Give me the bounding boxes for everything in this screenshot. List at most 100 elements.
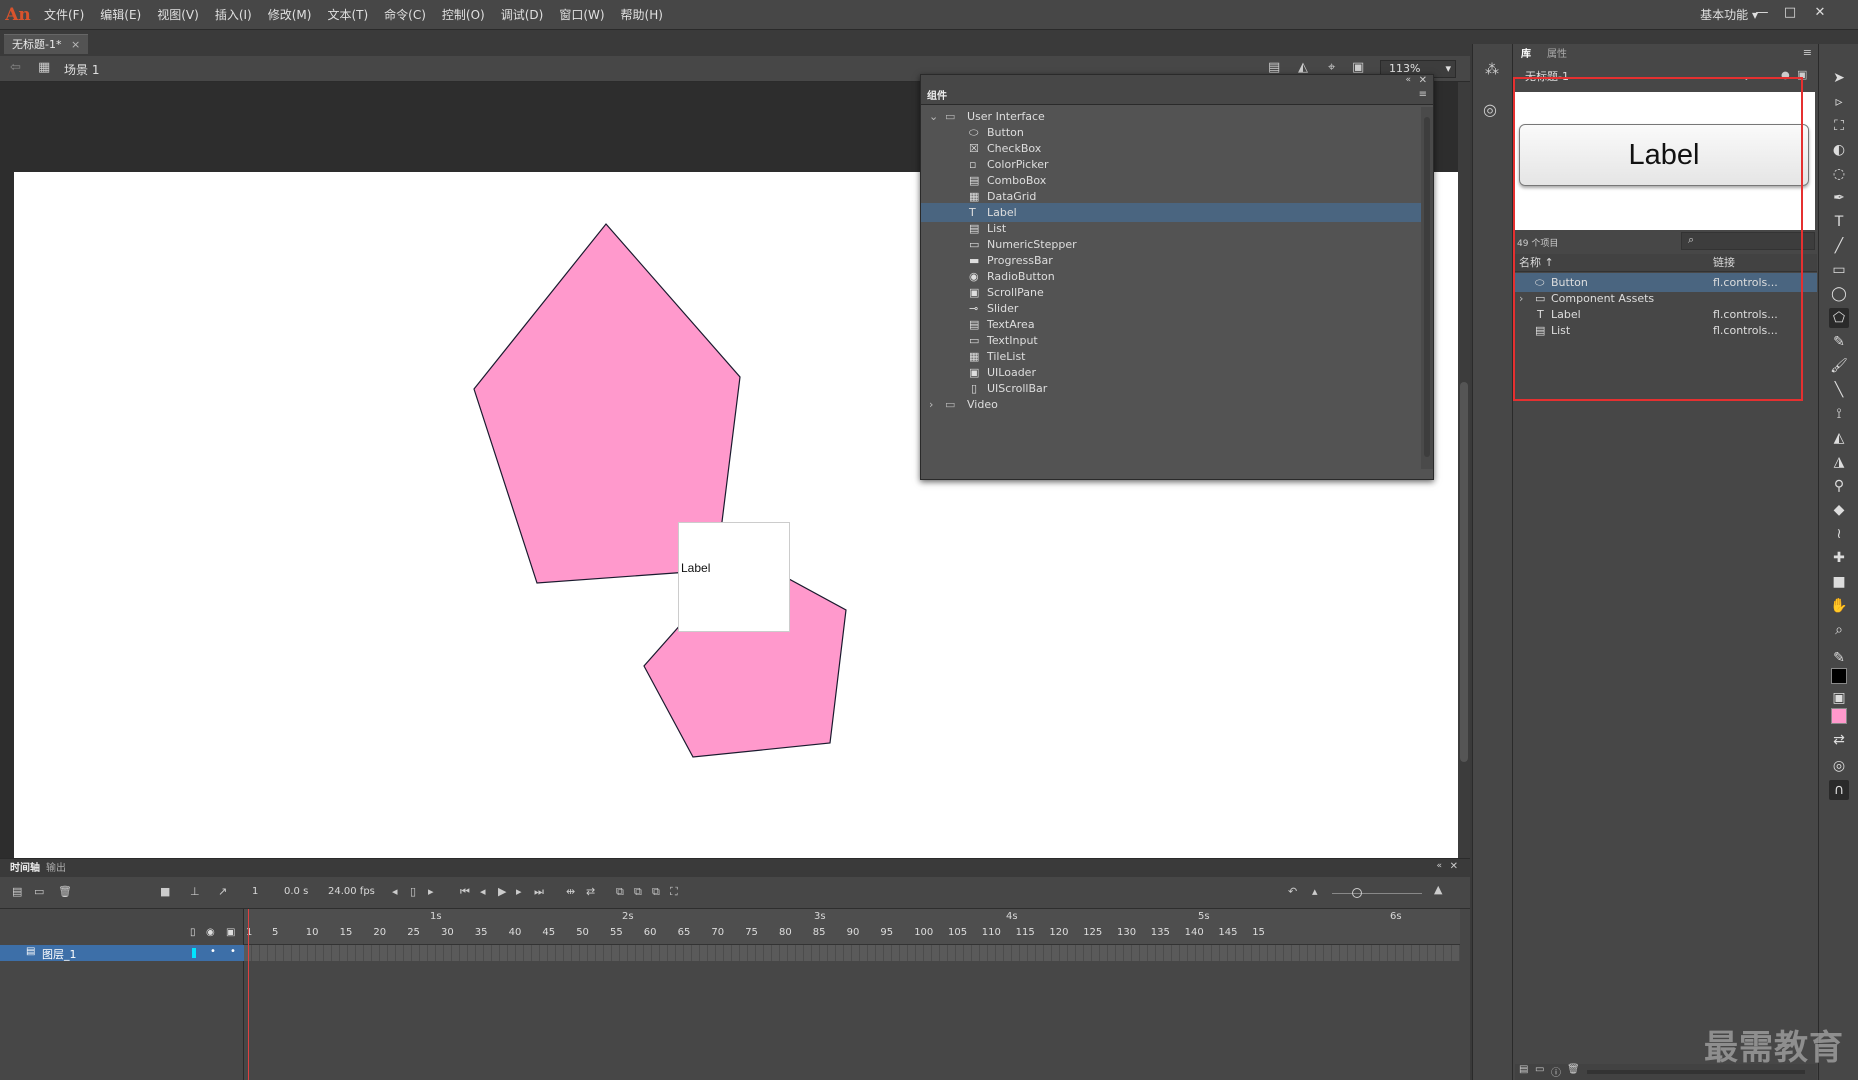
menu-help[interactable]: 帮助(H) bbox=[613, 0, 671, 30]
lock-dot[interactable]: • bbox=[230, 946, 236, 957]
fill-color-bucket-icon[interactable]: ▣ bbox=[1829, 688, 1849, 708]
panel-menu-icon[interactable]: ≡ bbox=[1803, 46, 1812, 59]
clip-stage-icon[interactable]: ▣ bbox=[1352, 60, 1364, 75]
camera-icon[interactable]: ■ bbox=[160, 885, 170, 898]
zoom-in-icon[interactable]: ▲ bbox=[1434, 883, 1442, 896]
scrollbar-thumb[interactable] bbox=[1460, 382, 1468, 762]
stage-vertical-scrollbar[interactable] bbox=[1458, 82, 1470, 858]
zoom-tool-icon[interactable]: ⌕ bbox=[1829, 620, 1849, 640]
panel-menu-icon[interactable]: ≡ bbox=[1419, 89, 1427, 100]
visibility-dot[interactable]: • bbox=[210, 946, 216, 957]
hand-tool-icon[interactable]: ✋ bbox=[1829, 596, 1849, 616]
components-tab[interactable]: 组件 bbox=[927, 87, 947, 102]
edit-symbol-icon[interactable]: ◭ bbox=[1298, 60, 1308, 75]
edit-scene-icon[interactable]: ▤ bbox=[1268, 60, 1280, 75]
new-folder-icon[interactable]: ▭ bbox=[34, 885, 44, 898]
asset-warp-tool-icon[interactable]: ✚ bbox=[1829, 548, 1849, 568]
free-transform-tool-icon[interactable]: ⛶ bbox=[1829, 116, 1849, 136]
label-component-instance[interactable]: Label bbox=[678, 522, 790, 632]
stroke-color-pencil-icon[interactable]: ✎ bbox=[1829, 648, 1849, 668]
polystar-tool-icon[interactable]: ⬠ bbox=[1829, 308, 1849, 328]
brush-tool-icon[interactable]: ╲ bbox=[1829, 380, 1849, 400]
new-folder-icon[interactable]: ▭ bbox=[1535, 1064, 1544, 1075]
modify-markers-icon[interactable]: ⛶ bbox=[670, 885, 678, 899]
lasso-tool-icon[interactable]: ◌ bbox=[1829, 164, 1849, 184]
edit-multiple-frames-icon[interactable]: ⧉ bbox=[652, 885, 660, 899]
delete-icon[interactable]: 🗑 bbox=[58, 885, 72, 898]
frame-ruler[interactable]: 1s 2s 3s 4s 5s 6s 1 5 10 15 20 25 30 35 40 45 50 55… bbox=[244, 909, 1460, 945]
collapse-panel-icon[interactable]: « bbox=[1405, 75, 1411, 85]
onion-outline-icon[interactable]: ⧉ bbox=[634, 885, 642, 899]
layer-parenting-icon[interactable]: ⊥ bbox=[190, 885, 200, 898]
close-panel-icon[interactable]: ✕ bbox=[1450, 861, 1458, 872]
first-frame-icon[interactable]: ⏮ bbox=[460, 885, 470, 899]
column-name-header[interactable]: 名称 ↑ bbox=[1519, 254, 1554, 272]
play-icon[interactable]: ▶ bbox=[498, 885, 506, 898]
width-tool-icon[interactable]: ≀ bbox=[1829, 524, 1849, 544]
minimize-icon[interactable]: — bbox=[1750, 3, 1774, 23]
chevron-right-icon[interactable]: › bbox=[929, 395, 933, 414]
ink-bottle-tool-icon[interactable]: ◮ bbox=[1829, 452, 1849, 472]
layer-color-indicator[interactable] bbox=[192, 948, 196, 958]
new-symbol-icon[interactable]: ▤ bbox=[1519, 1064, 1528, 1075]
menu-view[interactable]: 视图(V) bbox=[149, 0, 207, 30]
zoom-out-icon[interactable]: ▴ bbox=[1312, 885, 1318, 898]
lock-icon[interactable]: ▣ bbox=[226, 927, 235, 938]
line-tool-icon[interactable]: ╱ bbox=[1829, 236, 1849, 256]
tree-folder-video[interactable]: › ▭ Video bbox=[921, 395, 1421, 414]
onion-skin-icon[interactable]: ⧉ bbox=[616, 885, 624, 899]
frame-area[interactable]: 1s 2s 3s 4s 5s 6s 1 5 10 15 20 25 30 35 40 45 50 55… bbox=[244, 909, 1470, 1080]
graph-icon[interactable]: ↗ bbox=[218, 885, 227, 898]
horizontal-scrollbar[interactable] bbox=[1587, 1070, 1805, 1074]
eraser-tool-icon[interactable]: ◆ bbox=[1829, 500, 1849, 520]
menu-text[interactable]: 文本(T) bbox=[319, 0, 376, 30]
back-arrow-icon[interactable]: ⇦ bbox=[10, 60, 21, 75]
scrollbar-thumb[interactable] bbox=[1424, 117, 1430, 457]
menu-modify[interactable]: 修改(M) bbox=[260, 0, 320, 30]
scene-label[interactable]: 场景 1 bbox=[64, 61, 99, 78]
pin-icon[interactable]: ● bbox=[1781, 70, 1790, 81]
current-frame[interactable]: 1 bbox=[252, 886, 258, 897]
paint-brush-tool-icon[interactable]: 🖌 bbox=[1829, 356, 1849, 376]
layer-name[interactable]: 图层_1 bbox=[42, 946, 77, 962]
library-document-select[interactable]: 无标题-1 ⌄ bbox=[1521, 68, 1757, 86]
next-keyframe-icon[interactable]: ▸ bbox=[428, 885, 434, 898]
components-scrollbar[interactable] bbox=[1421, 107, 1433, 469]
last-frame-icon[interactable]: ⏭ bbox=[534, 885, 544, 899]
frame-row[interactable] bbox=[244, 945, 1460, 961]
oval-tool-icon[interactable]: ◯ bbox=[1829, 284, 1849, 304]
selection-tool-icon[interactable]: ➤ bbox=[1829, 68, 1849, 88]
menu-commands[interactable]: 命令(C) bbox=[376, 0, 434, 30]
cc-libraries-icon[interactable]: ◎ bbox=[1483, 100, 1497, 119]
collapse-panel-icon[interactable]: « bbox=[1436, 861, 1442, 871]
frame-zoom-slider[interactable] bbox=[1332, 893, 1422, 894]
step-back-icon[interactable]: ◂ bbox=[480, 885, 486, 898]
pencil-tool-icon[interactable]: ✎ bbox=[1829, 332, 1849, 352]
text-tool-icon[interactable]: T bbox=[1829, 212, 1849, 232]
eyedropper-tool-icon[interactable]: ⚲ bbox=[1829, 476, 1849, 496]
document-tab[interactable]: 无标题-1* × bbox=[4, 34, 89, 54]
rectangle-tool-icon[interactable]: ▭ bbox=[1829, 260, 1849, 280]
library-search-input[interactable]: ⌕ bbox=[1681, 232, 1815, 250]
eye-icon[interactable]: ◉ bbox=[206, 927, 215, 938]
stroke-color-swatch[interactable] bbox=[1831, 668, 1847, 684]
new-layer-icon[interactable]: ▤ bbox=[12, 885, 22, 898]
snap-icon[interactable]: ⌖ bbox=[1328, 60, 1335, 75]
menu-insert[interactable]: 插入(I) bbox=[207, 0, 260, 30]
menu-window[interactable]: 窗口(W) bbox=[551, 0, 612, 30]
tab-properties[interactable]: 属性 bbox=[1547, 48, 1567, 62]
camera-tool-icon[interactable]: ■ bbox=[1829, 572, 1849, 592]
menu-file[interactable]: 文件(F) bbox=[36, 0, 92, 30]
pen-tool-icon[interactable]: ✒ bbox=[1829, 188, 1849, 208]
close-icon[interactable]: ✕ bbox=[1808, 3, 1832, 23]
menu-control[interactable]: 控制(O) bbox=[434, 0, 493, 30]
3d-rotation-tool-icon[interactable]: ◐ bbox=[1829, 140, 1849, 160]
fill-color-swatch[interactable] bbox=[1831, 708, 1847, 724]
step-forward-icon[interactable]: ▸ bbox=[516, 885, 522, 898]
close-tab-icon[interactable]: × bbox=[71, 38, 80, 51]
close-panel-icon[interactable]: ✕ bbox=[1419, 75, 1427, 86]
properties-icon[interactable]: ⓘ bbox=[1551, 1064, 1561, 1079]
current-time[interactable]: 0.0 s bbox=[284, 886, 308, 897]
snap-to-objects-icon[interactable]: ◎ bbox=[1829, 756, 1849, 776]
menu-debug[interactable]: 调试(D) bbox=[493, 0, 552, 30]
